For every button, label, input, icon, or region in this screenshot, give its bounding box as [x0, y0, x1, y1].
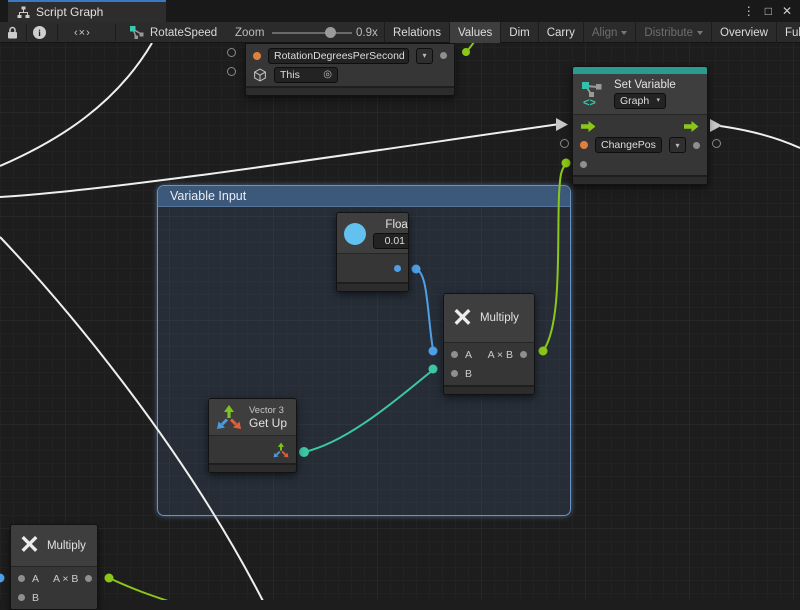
- toolbar-button-distribute[interactable]: Distribute: [635, 22, 711, 43]
- wire-green-multiply-to-setvariable[interactable]: [543, 164, 566, 351]
- variable-name-field[interactable]: ChangePos: [595, 137, 662, 153]
- tab-script-graph[interactable]: Script Graph: [8, 0, 166, 22]
- variable-name-field[interactable]: RotationDegreesPerSecond: [268, 48, 409, 64]
- float-literal-node[interactable]: Float 0.01: [336, 212, 409, 292]
- output-port[interactable]: [440, 52, 447, 59]
- wire-white-upper-left[interactable]: [0, 43, 152, 166]
- control-out-port[interactable]: [683, 121, 700, 132]
- wire-green-bottom-multiply[interactable]: [109, 578, 168, 600]
- multiply-node[interactable]: ✕ Multiply A A × B B: [443, 293, 535, 395]
- toolbar-button-values[interactable]: Values: [449, 22, 500, 43]
- toolbar-button-relations[interactable]: Relations: [384, 22, 449, 43]
- lock-icon: [7, 26, 18, 39]
- tab-bar: Script Graph ⋮ □ ✕: [0, 0, 800, 22]
- zoom-value: 0.9x: [356, 22, 378, 43]
- control-out-arrow[interactable]: [710, 119, 722, 132]
- wire-teal-getup-to-multiply[interactable]: [304, 370, 433, 452]
- value-in-port[interactable]: [580, 141, 588, 149]
- chevron-down-icon: ▾: [656, 94, 660, 108]
- multiply-icon: ✕: [452, 306, 473, 331]
- set-variable-node[interactable]: <> Set Variable Graph ▾: [572, 66, 708, 185]
- object-picker-icon[interactable]: ◎: [323, 68, 332, 82]
- port-a[interactable]: [451, 351, 458, 358]
- wire-white-out-right[interactable]: [720, 126, 800, 148]
- vector3-icon: [216, 404, 242, 430]
- breadcrumb[interactable]: RotateSpeed: [130, 22, 217, 43]
- breadcrumb-label: RotateSpeed: [150, 27, 217, 39]
- control-in-arrow[interactable]: [556, 118, 568, 131]
- info-icon: i: [33, 26, 46, 39]
- node-footer: [337, 282, 408, 291]
- zoom-slider[interactable]: [272, 32, 352, 34]
- window-menu-icon[interactable]: ⋮: [743, 4, 755, 18]
- graph-node-icon: [130, 26, 144, 40]
- window-maximize-icon[interactable]: □: [765, 4, 772, 18]
- node-footer: [246, 86, 454, 95]
- port-b[interactable]: [451, 370, 458, 377]
- float-value-field[interactable]: 0.01: [373, 233, 409, 249]
- graph-icon: [17, 6, 30, 19]
- node-footer: [209, 463, 296, 472]
- code-view-button[interactable]: ‹×›: [74, 22, 91, 43]
- multiply-node-bottom[interactable]: ✕ Multiply A A × B B: [10, 524, 98, 610]
- chevron-down-icon: [621, 31, 627, 35]
- chevron-down-icon: [697, 31, 703, 35]
- svg-text:<>: <>: [583, 97, 596, 107]
- get-variable-node[interactable]: RotationDegreesPerSecond ▾ This ◎: [245, 43, 455, 96]
- cube-icon: [253, 68, 267, 82]
- tab-title: Script Graph: [36, 5, 103, 19]
- port-a[interactable]: [18, 575, 25, 582]
- window-close-icon[interactable]: ✕: [782, 4, 792, 18]
- multiply-icon: ✕: [19, 533, 40, 558]
- script-graph-window: Variable Input: [0, 0, 800, 600]
- zoom-slider-handle[interactable]: [325, 27, 336, 38]
- toolbar-button-align[interactable]: Align: [583, 22, 636, 43]
- toolbar-button-dim[interactable]: Dim: [500, 22, 537, 43]
- zoom-label: Zoom: [235, 22, 264, 43]
- control-in-port[interactable]: [580, 121, 597, 132]
- lock-button[interactable]: [7, 22, 18, 43]
- info-button[interactable]: i: [33, 22, 46, 43]
- toolbar-button-carry[interactable]: Carry: [538, 22, 583, 43]
- node-title: Float: [373, 219, 409, 231]
- graph-toolbar: i ‹×› RotateSpeed Zoom 0.9x Relations Va…: [0, 22, 800, 43]
- value-out-port[interactable]: [394, 265, 401, 272]
- wire-blue-float-to-multiply[interactable]: [416, 269, 433, 350]
- port-ring[interactable]: [712, 139, 721, 148]
- port-result[interactable]: [520, 351, 527, 358]
- node-footer: [573, 175, 707, 184]
- node-color-strip: [573, 67, 707, 74]
- scope-dropdown[interactable]: Graph ▾: [614, 93, 666, 109]
- vector3-out-port[interactable]: [273, 442, 289, 458]
- node-footer: [444, 385, 534, 394]
- node-title: Set Variable: [614, 79, 676, 91]
- set-variable-icon: <>: [581, 81, 607, 107]
- value-out-port[interactable]: [693, 142, 700, 149]
- toolbar-button-overview[interactable]: Overview: [711, 22, 776, 43]
- code-view-icon: ‹×›: [74, 27, 91, 39]
- port-ring[interactable]: [560, 139, 569, 148]
- port-ring[interactable]: [227, 48, 236, 57]
- value-port[interactable]: [253, 52, 261, 60]
- variable-dropdown-button[interactable]: ▾: [416, 48, 433, 64]
- float-icon: [344, 223, 366, 245]
- wire-white-to-setvariable[interactable]: [0, 124, 560, 197]
- input-port[interactable]: [580, 161, 587, 168]
- variable-dropdown-button[interactable]: ▾: [669, 137, 686, 153]
- port-result[interactable]: [85, 575, 92, 582]
- get-up-node[interactable]: Vector 3 Get Up: [208, 398, 297, 473]
- toolbar-button-fullscreen[interactable]: Full Screen: [776, 22, 800, 43]
- target-field[interactable]: This ◎: [274, 67, 338, 83]
- port-ring[interactable]: [227, 67, 236, 76]
